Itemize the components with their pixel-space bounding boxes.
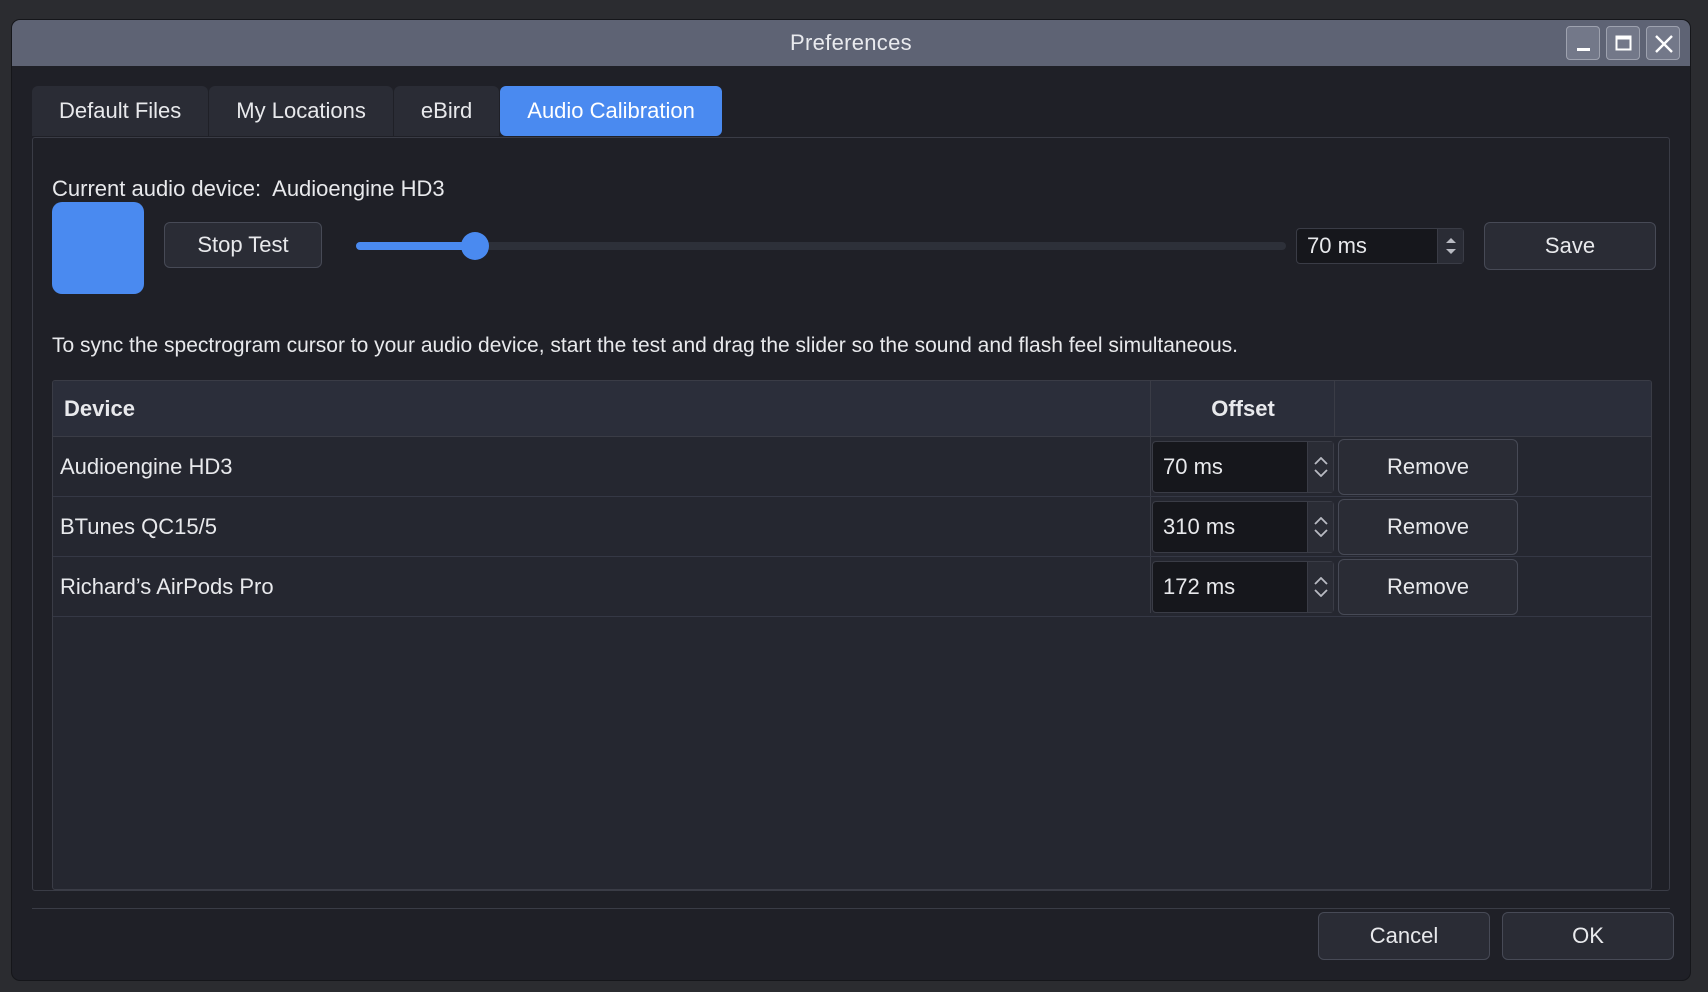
tab-bar: Default Files My Locations eBird Audio C… [32,86,723,136]
column-header-offset[interactable]: Offset [1151,381,1335,437]
close-button[interactable] [1646,26,1680,60]
minimize-icon [1577,48,1590,51]
row-offset-arrows[interactable] [1307,442,1333,492]
row-offset-arrows[interactable] [1307,502,1333,552]
maximize-button[interactable] [1606,26,1640,60]
remove-button[interactable]: Remove [1338,559,1518,615]
title-bar[interactable]: Preferences [12,20,1690,66]
tab-my-locations[interactable]: My Locations [209,86,393,136]
slider-fill [356,242,476,250]
ok-button[interactable]: OK [1502,912,1674,960]
save-button[interactable]: Save [1484,222,1656,270]
window-title: Preferences [790,30,912,55]
chevron-down-icon[interactable] [1313,529,1328,537]
tab-ebird[interactable]: eBird [393,86,500,136]
stop-test-button[interactable]: Stop Test [164,222,322,268]
remove-button[interactable]: Remove [1338,439,1518,495]
row-offset-value[interactable]: 172 ms [1153,574,1307,600]
row-offset-value[interactable]: 310 ms [1153,514,1307,540]
tab-default-files[interactable]: Default Files [32,86,209,136]
minimize-button[interactable] [1566,26,1600,60]
row-offset-spinbox[interactable]: 310 ms [1152,501,1334,553]
maximize-icon [1615,35,1632,51]
row-offset-spinbox[interactable]: 172 ms [1152,561,1334,613]
offset-spinbox-value[interactable]: 70 ms [1297,233,1437,259]
tab-audio-calibration[interactable]: Audio Calibration [500,86,722,136]
table-row: Richard’s AirPods Pro 172 ms Remove [53,557,1651,617]
chevron-down-icon[interactable] [1313,469,1328,477]
table-row: Audioengine HD3 70 ms Remove [53,437,1651,497]
table-header: Device Offset [53,381,1651,437]
chevron-up-icon[interactable] [1445,237,1457,244]
flash-indicator [52,202,144,294]
footer-divider [32,908,1670,909]
cancel-button[interactable]: Cancel [1318,912,1490,960]
device-name-cell: Audioengine HD3 [60,454,233,479]
column-header-device[interactable]: Device [64,381,135,437]
current-device-name: Audioengine HD3 [272,176,445,201]
device-name-cell: BTunes QC15/5 [60,514,217,539]
chevron-up-icon[interactable] [1313,577,1328,585]
chevron-down-icon[interactable] [1313,589,1328,597]
table-row: BTunes QC15/5 310 ms Remove [53,497,1651,557]
current-device-line: Current audio device: Audioengine HD3 [52,176,445,202]
chevron-up-icon[interactable] [1313,457,1328,465]
slider-thumb[interactable] [461,232,490,260]
device-offset-table: Device Offset Audioengine HD3 70 ms Remo… [52,380,1652,890]
device-name-cell: Richard’s AirPods Pro [60,574,274,599]
current-device-label: Current audio device: [52,176,262,201]
offset-spinbox-arrows[interactable] [1437,229,1463,263]
remove-button[interactable]: Remove [1338,499,1518,555]
chevron-up-icon[interactable] [1313,517,1328,525]
latency-slider[interactable] [356,232,1286,260]
offset-spinbox[interactable]: 70 ms [1296,228,1464,264]
row-offset-arrows[interactable] [1307,562,1333,612]
preferences-window: Preferences Default Files My Locations e… [12,20,1690,980]
row-offset-spinbox[interactable]: 70 ms [1152,441,1334,493]
column-divider [1334,381,1335,437]
row-offset-value[interactable]: 70 ms [1153,454,1307,480]
chevron-down-icon[interactable] [1445,248,1457,255]
close-icon [1655,35,1673,53]
calibration-hint: To sync the spectrogram cursor to your a… [52,334,1238,357]
